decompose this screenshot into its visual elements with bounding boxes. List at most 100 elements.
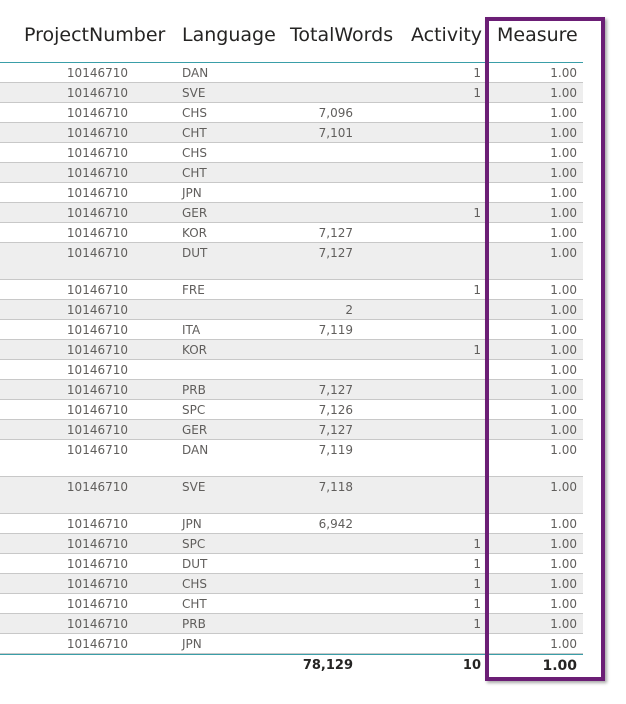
measure-cell: 1.00 [550,363,577,377]
project-number-cell: 10146710 [66,480,128,494]
table-row[interactable]: 10146710 DUT 1 1.00 [0,554,583,574]
project-number-cell: 10146710 [66,323,128,337]
totals-row: 78,129 10 1.00 [0,655,583,677]
language-cell: GER [182,423,208,437]
table-row[interactable]: 10146710 DAN 1 1.00 [0,63,583,83]
measure-cell: 1.00 [550,637,577,651]
project-number-cell: 10146710 [66,166,128,180]
total-measure-value: 1.00 [542,658,577,674]
measure-cell: 1.00 [550,557,577,571]
total-words-cell: 7,127 [318,246,353,260]
table-row[interactable]: 10146710 CHT 1.00 [0,163,583,183]
table-row[interactable]: 10146710 DAN 7,119 1.00 [0,440,583,477]
project-number-cell: 10146710 [66,126,128,140]
table-header-language[interactable]: Language [182,20,276,50]
measure-cell: 1.00 [550,166,577,180]
project-number-cell: 10146710 [66,557,128,571]
activity-cell: 1 [473,537,481,551]
table-row[interactable]: 10146710 SVE 7,118 1.00 [0,477,583,514]
table-row[interactable]: 10146710 1.00 [0,360,583,380]
language-cell: SVE [182,86,206,100]
project-number-cell: 10146710 [66,283,128,297]
table-row[interactable]: 10146710 CHS 7,096 1.00 [0,103,583,123]
language-cell: DAN [182,66,209,80]
activity-cell: 1 [473,283,481,297]
total-activity-value: 10 [462,658,481,673]
project-number-cell: 10146710 [66,517,128,531]
measure-cell: 1.00 [550,66,577,80]
table-row[interactable]: 10146710 CHT 1 1.00 [0,594,583,614]
measure-cell: 1.00 [550,106,577,120]
table-row[interactable]: 10146710 SPC 7,126 1.00 [0,400,583,420]
language-cell: CHS [182,106,208,120]
project-number-cell: 10146710 [66,423,128,437]
project-number-cell: 10146710 [66,577,128,591]
language-cell: SVE [182,480,206,494]
table-row[interactable]: 10146710 FRE 1 1.00 [0,280,583,300]
table-row[interactable]: 10146710 GER 1 1.00 [0,203,583,223]
total-words-cell: 7,118 [318,480,353,494]
project-number-cell: 10146710 [66,246,128,260]
table-row[interactable]: 10146710 KOR 1 1.00 [0,340,583,360]
language-cell: KOR [182,343,207,357]
table-row[interactable]: 10146710 CHS 1.00 [0,143,583,163]
measure-cell: 1.00 [550,303,577,317]
total-words-cell: 7,127 [318,423,353,437]
activity-cell: 1 [473,617,481,631]
measure-cell: 1.00 [550,343,577,357]
total-words-cell: 7,127 [318,226,353,240]
table-row[interactable]: 10146710 SPC 1 1.00 [0,534,583,554]
activity-cell: 1 [473,206,481,220]
table-row[interactable]: 10146710 2 1.00 [0,300,583,320]
table-row[interactable]: 10146710 JPN 1.00 [0,183,583,203]
table-row[interactable]: 10146710 CHT 7,101 1.00 [0,123,583,143]
table-row[interactable]: 10146710 CHS 1 1.00 [0,574,583,594]
table-row[interactable]: 10146710 JPN 6,942 1.00 [0,514,583,534]
measure-cell: 1.00 [550,577,577,591]
language-cell: GER [182,206,208,220]
language-cell: CHS [182,146,208,160]
project-number-cell: 10146710 [66,443,128,457]
project-number-cell: 10146710 [66,226,128,240]
language-cell: CHS [182,577,208,591]
total-words-value: 78,129 [302,658,353,673]
measure-cell: 1.00 [550,597,577,611]
project-number-cell: 10146710 [66,343,128,357]
language-cell: ITA [182,323,201,337]
language-cell: CHT [182,166,207,180]
table-body: 10146710 DAN 1 1.00 10146710 SVE 1 1.00 10146710… [0,63,583,654]
table-row[interactable]: 10146710 SVE 1 1.00 [0,83,583,103]
language-cell: DAN [182,443,209,457]
language-cell: DUT [182,246,208,260]
table-row[interactable]: 10146710 KOR 7,127 1.00 [0,223,583,243]
total-words-cell: 7,119 [318,323,353,337]
table-header-project-number[interactable]: ProjectNumber [24,20,165,50]
table-row[interactable]: 10146710 DUT 7,127 1.00 [0,243,583,280]
table-header-measure[interactable]: Measure [497,20,578,50]
table-row[interactable]: 10146710 ITA 7,119 1.00 [0,320,583,340]
table-row[interactable]: 10146710 GER 7,127 1.00 [0,420,583,440]
table-row[interactable]: 10146710 PRB 1 1.00 [0,614,583,634]
table-row[interactable]: 10146710 JPN 1.00 [0,634,583,654]
measure-cell: 1.00 [550,537,577,551]
total-words-cell: 7,096 [318,106,353,120]
language-cell: SPC [182,403,206,417]
project-number-cell: 10146710 [66,206,128,220]
total-words-cell: 7,101 [318,126,353,140]
measure-cell: 1.00 [550,206,577,220]
language-cell: SPC [182,537,206,551]
project-number-cell: 10146710 [66,597,128,611]
total-words-cell: 6,942 [318,517,353,531]
table-row[interactable]: 10146710 PRB 7,127 1.00 [0,380,583,400]
table-header-activity[interactable]: Activity [411,20,482,50]
activity-cell: 1 [473,577,481,591]
project-number-cell: 10146710 [66,106,128,120]
activity-cell: 1 [473,557,481,571]
language-cell: FRE [182,283,205,297]
language-cell: PRB [182,617,206,631]
measure-cell: 1.00 [550,403,577,417]
total-words-cell: 2 [345,303,353,317]
measure-cell: 1.00 [550,517,577,531]
table-header-total-words[interactable]: TotalWords [290,20,393,50]
language-cell: JPN [182,637,202,651]
